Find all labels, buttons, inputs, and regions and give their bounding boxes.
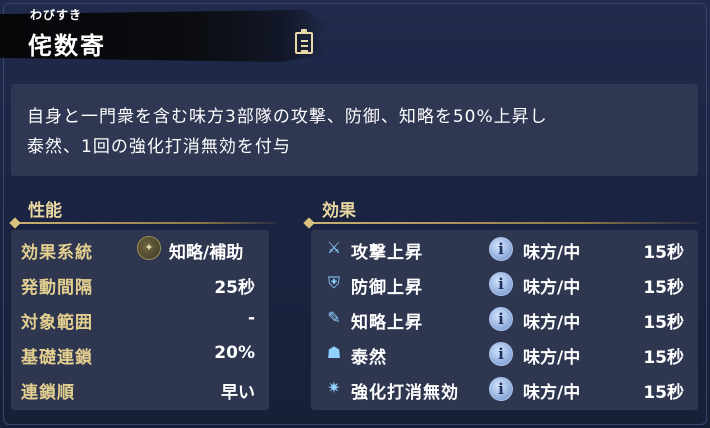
effect-duration: 15秒 (643, 243, 684, 263)
effects-heading: 効果 (322, 201, 356, 221)
info-icon[interactable]: i (489, 342, 513, 366)
info-icon[interactable]: i (489, 237, 513, 261)
info-icon[interactable]: i (489, 272, 513, 296)
range-label: 対象範囲 (21, 313, 93, 333)
tactics-support-icon: ✦ (137, 236, 161, 260)
effect-duration: 15秒 (643, 383, 684, 403)
effect-row-attack: ⚔ 攻撃上昇 i 味方/中 15秒 (311, 232, 698, 266)
effect-name: 攻撃上昇 (351, 243, 423, 263)
effect-name: 泰然 (351, 348, 387, 368)
performance-heading: 性能 (28, 201, 62, 221)
chain-label: 基礎連鎖 (21, 348, 93, 368)
effect-row-negation-immunity: ✷ 強化打消無効 i 味方/中 15秒 (311, 372, 698, 406)
effect-name: 知略上昇 (351, 313, 423, 333)
effect-row-intellect: ✎ 知略上昇 i 味方/中 15秒 (311, 302, 698, 336)
range-value: - (247, 308, 255, 328)
interval-value: 25秒 (214, 278, 255, 298)
description-line-2: 泰然、1回の強化打消無効を付与 (27, 137, 291, 157)
attack-up-icon: ⚔ (326, 238, 342, 257)
info-icon[interactable]: i (489, 377, 513, 401)
effect-name: 強化打消無効 (351, 383, 459, 403)
skill-name: 侘数寄 (28, 32, 106, 60)
performance-row-system: 効果系統 ✦ 知略/補助 (11, 232, 269, 266)
effect-duration: 15秒 (643, 348, 684, 368)
performance-row-interval: 発動間隔 25秒 (11, 267, 269, 301)
effect-row-composure: ☗ 泰然 i 味方/中 15秒 (311, 337, 698, 371)
chain-order-label: 連鎖順 (21, 383, 75, 403)
defense-up-icon: ⛨ (327, 273, 340, 292)
performance-panel: 効果系統 ✦ 知略/補助 発動間隔 25秒 対象範囲 - 基礎連鎖 20% 連鎖… (11, 230, 269, 410)
system-value: 知略/補助 (169, 243, 244, 263)
effect-duration: 15秒 (643, 278, 684, 298)
effect-target: 味方/中 (523, 313, 581, 333)
skill-reading: わびすき (30, 8, 83, 22)
interval-label: 発動間隔 (21, 278, 93, 298)
buff-negation-immunity-icon: ✷ (327, 378, 341, 397)
description-box: 自身と一門衆を含む味方3部隊の攻撃、防御、知略を50%上昇し 泰然、1回の強化打… (11, 84, 698, 176)
effect-row-defense: ⛨ 防御上昇 i 味方/中 15秒 (311, 267, 698, 301)
effects-divider (309, 222, 699, 224)
system-label: 効果系統 (21, 243, 93, 263)
effects-panel: ⚔ 攻撃上昇 i 味方/中 15秒 ⛨ 防御上昇 i 味方/中 15秒 ✎ 知略… (311, 230, 698, 410)
chain-value: 20% (214, 343, 255, 363)
performance-row-chain-order: 連鎖順 早い (11, 372, 269, 406)
composure-icon: ☗ (326, 343, 342, 362)
performance-row-range: 対象範囲 - (11, 302, 269, 336)
description-line-1: 自身と一門衆を含む味方3部隊の攻撃、防御、知略を50%上昇し (27, 107, 548, 127)
performance-divider (15, 222, 277, 224)
intellect-up-icon: ✎ (327, 308, 341, 327)
effect-target: 味方/中 (523, 278, 581, 298)
info-icon[interactable]: i (489, 307, 513, 331)
chain-order-value: 早い (221, 383, 255, 403)
effect-target: 味方/中 (523, 243, 581, 263)
effect-name: 防御上昇 (351, 278, 423, 298)
performance-row-chain: 基礎連鎖 20% (11, 337, 269, 371)
effect-target: 味方/中 (523, 383, 581, 403)
clipboard-icon[interactable] (295, 29, 313, 54)
effect-duration: 15秒 (643, 313, 684, 333)
effect-target: 味方/中 (523, 348, 581, 368)
